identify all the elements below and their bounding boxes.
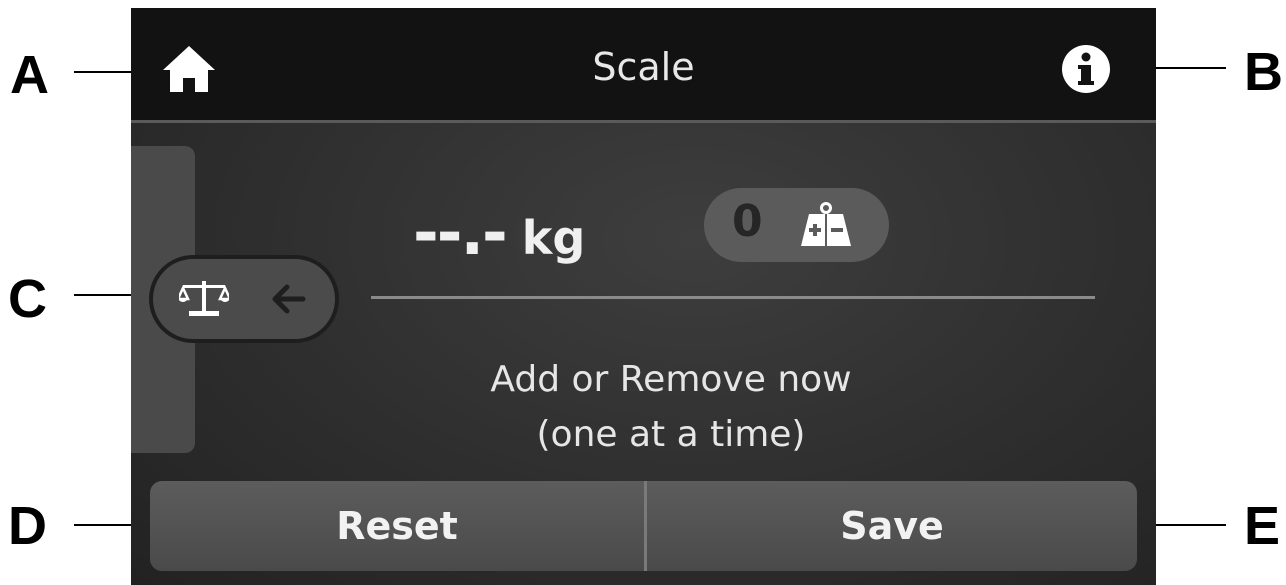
weight-value: --.- — [413, 196, 508, 269]
callout-e: E — [1244, 496, 1281, 556]
weight-add-remove-icon — [801, 202, 851, 246]
instruction-line-2: (one at a time) — [536, 414, 806, 455]
info-icon — [1062, 45, 1110, 93]
reset-button[interactable]: Reset — [150, 481, 647, 571]
callout-b: B — [1244, 42, 1283, 102]
weight-readout: --.- kg — [413, 196, 585, 269]
weight-unit: kg — [521, 211, 586, 265]
instruction-line-1: Add or Remove now — [490, 359, 852, 400]
callout-c: C — [8, 269, 47, 329]
arrow-left-icon — [272, 284, 306, 314]
scale-tab-button[interactable] — [149, 255, 339, 343]
callout-d: D — [8, 496, 47, 556]
save-button[interactable]: Save — [647, 481, 1137, 571]
top-bar: Scale — [131, 8, 1156, 120]
callout-a: A — [10, 45, 49, 105]
item-count-badge: 0 — [704, 188, 889, 262]
info-button[interactable] — [1061, 44, 1111, 94]
instruction-text: Add or Remove now (one at a time) — [351, 352, 991, 462]
item-count-value: 0 — [732, 196, 763, 247]
scale-icon — [179, 281, 229, 316]
scale-screen: Scale --.- kg 0 Add or Remove now (one a… — [131, 8, 1156, 585]
screen-title: Scale — [592, 45, 695, 89]
reading-divider — [371, 296, 1095, 299]
header-divider — [131, 120, 1156, 123]
